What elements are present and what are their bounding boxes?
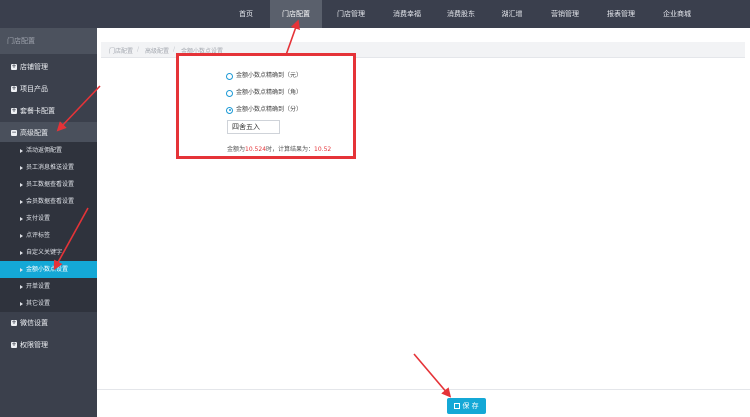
sidebar-item-label: 自定义关键字 [26, 249, 63, 256]
nav-item-store-manage[interactable]: 门店管理 [326, 0, 376, 28]
nav-item-mall[interactable]: 企业商城 [652, 0, 702, 28]
sidebar-item-member-data[interactable]: 会员数据查看设置 [0, 193, 97, 210]
radio-label: 金额小数点精确到（元） [236, 72, 303, 79]
sidebar-item-keywords[interactable]: 自定义关键字 [0, 244, 97, 261]
sidebar-item-other[interactable]: 其它设置 [0, 295, 97, 312]
sidebar-item-label: 金额小数点设置 [26, 266, 69, 273]
radio-selected-icon [226, 106, 233, 114]
result-middle: 时，计算结果为： [266, 146, 315, 153]
sidebar-group-label: 店铺管理 [20, 63, 48, 71]
sidebar-item-staff-push[interactable]: 员工消息推送设置 [0, 159, 97, 176]
radio-circle-icon [226, 72, 233, 80]
sidebar-group-label: 权限管理 [20, 341, 48, 349]
sidebar-item-label: 活动返佣配置 [26, 147, 63, 154]
sidebar-group-label: 项目产品 [20, 85, 48, 93]
nav-item-home[interactable]: 首页 [224, 0, 268, 28]
caret-right-icon [20, 182, 23, 187]
plus-icon: + [11, 319, 17, 326]
rounding-method-select[interactable]: 四舍五入 [227, 120, 280, 134]
calculation-result: 金额为10.524时，计算结果为：10.52 [227, 144, 331, 153]
sidebar-item-label: 员工数据查看设置 [26, 181, 75, 188]
breadcrumb-item[interactable]: 门店配置 [109, 46, 133, 55]
nav-item-consume-happy[interactable]: 消费幸福 [382, 0, 432, 28]
caret-right-icon [20, 250, 23, 255]
sidebar-header: 门店配置 [0, 28, 97, 54]
breadcrumb-item[interactable]: 高级配置 [145, 46, 169, 55]
nav-item-marketing[interactable]: 营销管理 [540, 0, 590, 28]
decimal-settings-panel: 金额小数点精确到（元） 金额小数点精确到（角） 金额小数点精确到（分） 四舍五入… [176, 53, 356, 159]
sidebar-group-advanced[interactable]: − 高级配置 [0, 122, 97, 144]
sidebar-item-label: 员工消息推送设置 [26, 164, 75, 171]
caret-right-icon [20, 301, 23, 306]
sidebar-item-label: 开单设置 [26, 283, 51, 290]
radio-yuan[interactable]: 金额小数点精确到（元） [226, 70, 302, 82]
caret-right-icon [20, 233, 23, 238]
result-amount: 10.524 [245, 146, 267, 153]
radio-label: 金额小数点精确到（分） [236, 106, 303, 113]
sidebar-group-products[interactable]: + 项目产品 [0, 78, 97, 100]
radio-label: 金额小数点精确到（角） [236, 89, 303, 96]
nav-item-store-config[interactable]: 门店配置 [270, 0, 322, 28]
save-button[interactable]: 保 存 [447, 398, 486, 414]
minus-icon: − [11, 129, 17, 136]
result-value: 10.52 [314, 146, 332, 153]
sidebar-group-permissions[interactable]: + 权限管理 [0, 334, 97, 356]
caret-right-icon [20, 216, 23, 221]
sidebar-item-payment[interactable]: 支付设置 [0, 210, 97, 227]
caret-right-icon [20, 284, 23, 289]
sidebar-item-label: 点评标签 [26, 232, 51, 239]
sidebar-item-label: 支付设置 [26, 215, 51, 222]
sidebar-item-label: 其它设置 [26, 300, 51, 307]
app-root: 首页 门店配置 门店管理 消费幸福 消费股东 湖汇增 营销管理 报表管理 企业商… [0, 0, 750, 417]
plus-icon: + [11, 85, 17, 92]
sidebar-group-label: 微信设置 [20, 319, 48, 327]
sidebar: 门店配置 + 店铺管理 + 项目产品 + 套餐卡配置 − 高级配置 活动返佣配置 员工消… [0, 28, 97, 417]
radio-jiao[interactable]: 金额小数点精确到（角） [226, 87, 302, 99]
save-button-label: 保 存 [462, 402, 479, 410]
radio-fen[interactable]: 金额小数点精确到（分） [226, 104, 302, 116]
plus-icon: + [11, 107, 17, 114]
sidebar-item-commission[interactable]: 活动返佣配置 [0, 142, 97, 159]
plus-icon: + [11, 63, 17, 70]
breadcrumb-separator: / [137, 46, 140, 53]
sidebar-item-review-tags[interactable]: 点评标签 [0, 227, 97, 244]
sidebar-item-label: 会员数据查看设置 [26, 198, 75, 205]
radio-circle-icon [226, 89, 233, 97]
save-disk-icon [454, 403, 461, 409]
sidebar-group-label: 套餐卡配置 [20, 107, 55, 115]
nav-item-consume-shareholder[interactable]: 消费股东 [436, 0, 486, 28]
footer-bar: 保 存 [97, 389, 750, 417]
sidebar-group-label: 高级配置 [20, 129, 48, 137]
plus-icon: + [11, 341, 17, 348]
sidebar-group-wechat[interactable]: + 微信设置 [0, 312, 97, 334]
nav-item-reports[interactable]: 报表管理 [596, 0, 646, 28]
sidebar-group-shop[interactable]: + 店铺管理 [0, 56, 97, 78]
sidebar-item-staff-data[interactable]: 员工数据查看设置 [0, 176, 97, 193]
caret-right-icon [20, 267, 23, 272]
result-prefix: 金额为 [227, 146, 246, 153]
sidebar-item-decimal[interactable]: 金额小数点设置 [0, 261, 97, 278]
breadcrumb-separator: / [173, 46, 176, 53]
sidebar-item-billing[interactable]: 开单设置 [0, 278, 97, 295]
top-navigation: 首页 门店配置 门店管理 消费幸福 消费股东 湖汇增 营销管理 报表管理 企业商… [0, 0, 750, 28]
caret-right-icon [20, 148, 23, 153]
sidebar-group-packages[interactable]: + 套餐卡配置 [0, 100, 97, 122]
caret-right-icon [20, 199, 23, 204]
caret-right-icon [20, 165, 23, 170]
nav-item-hui[interactable]: 湖汇增 [490, 0, 534, 28]
